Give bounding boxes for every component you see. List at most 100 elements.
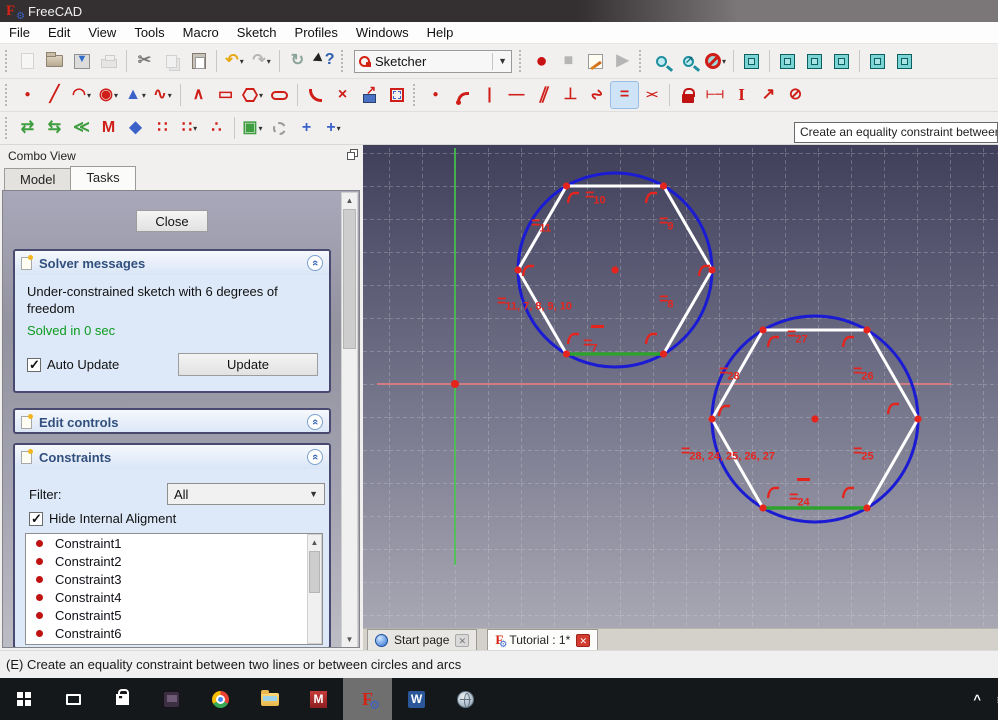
collapse-section-button[interactable]: «: [307, 449, 323, 465]
toolbar-grip[interactable]: [341, 50, 347, 72]
update-button[interactable]: Update: [178, 353, 318, 376]
decrease-knot-multiplicity-button[interactable]: +▾: [320, 115, 347, 141]
close-button[interactable]: Close: [136, 210, 208, 232]
create-polygon-button[interactable]: ▾: [239, 82, 266, 108]
print-button[interactable]: [95, 48, 122, 74]
copy-button[interactable]: [158, 48, 185, 74]
carbon-copy-button[interactable]: [383, 82, 410, 108]
create-arc-button[interactable]: ◠▾: [68, 82, 95, 108]
constraint-label[interactable]: =26: [853, 363, 874, 383]
symmetry-tool-button[interactable]: ◆: [122, 115, 149, 141]
taskbar-microsoft-store[interactable]: [98, 678, 147, 720]
macro-edit-button[interactable]: [582, 48, 609, 74]
menu-windows[interactable]: Windows: [347, 23, 418, 42]
copy-tool-button[interactable]: ∷▾: [176, 115, 203, 141]
constraint-list-item[interactable]: Constraint5: [26, 606, 322, 624]
constraints-header[interactable]: Constraints «: [15, 445, 329, 469]
horizontal-constraint-icon[interactable]: [591, 325, 604, 328]
constraint-label[interactable]: =28, 24, 25, 26, 27: [681, 443, 775, 463]
constrain-horizontal-button[interactable]: —: [503, 82, 530, 108]
macro-record-button[interactable]: ●: [528, 48, 555, 74]
dropdown-arrow-icon[interactable]: ▾: [142, 91, 146, 100]
hide-internal-alignment-checkbox[interactable]: [29, 512, 43, 526]
tab-start-page[interactable]: Start page ✕: [367, 629, 477, 650]
redo-button[interactable]: ↷▾: [248, 48, 275, 74]
constraint-list-item[interactable]: Constraint6: [26, 624, 322, 642]
constraint-label[interactable]: =27: [787, 326, 808, 346]
whats-this-button[interactable]: [311, 48, 338, 74]
dropdown-arrow-icon[interactable]: ▾: [114, 91, 118, 100]
select-conflicting-constraints-button[interactable]: M: [95, 115, 122, 141]
dropdown-arrow-icon[interactable]: ▾: [259, 124, 263, 133]
refresh-button[interactable]: ↻: [284, 48, 311, 74]
create-polyline-button[interactable]: ∧: [185, 82, 212, 108]
collapse-section-button[interactable]: «: [307, 414, 323, 430]
edit-controls-header[interactable]: Edit controls «: [15, 410, 329, 434]
new-file-button[interactable]: [14, 48, 41, 74]
constraint-label[interactable]: =25: [853, 443, 874, 463]
cut-button[interactable]: ✂: [131, 48, 158, 74]
sketch-viewport[interactable]: =10 =11 =9 =11, 7, 8, 9, 10 =8 =7 =27 =2…: [363, 145, 998, 628]
toolbar-grip[interactable]: [5, 117, 11, 139]
macro-stop-button[interactable]: ■: [555, 48, 582, 74]
view-top-button[interactable]: [801, 48, 828, 74]
tab-tutorial[interactable]: F⚙ Tutorial : 1* ✕: [487, 629, 598, 650]
horizontal-constraint-icon[interactable]: [797, 478, 810, 481]
constrain-distance-y-button[interactable]: I: [728, 82, 755, 108]
dropdown-arrow-icon[interactable]: ▾: [259, 91, 263, 100]
constrain-distance-x-button[interactable]: ⊢⊣: [701, 82, 728, 108]
create-rectangle-button[interactable]: ▭: [212, 82, 239, 108]
constraint-label[interactable]: =10: [585, 187, 606, 207]
create-point-button[interactable]: ●: [14, 82, 41, 108]
constrain-equal-button[interactable]: =: [611, 82, 638, 108]
toolbar-grip[interactable]: [639, 50, 645, 72]
view-front-button[interactable]: [774, 48, 801, 74]
select-solver-dofs-button[interactable]: ⇄: [14, 115, 41, 141]
fit-all-button[interactable]: [648, 48, 675, 74]
constraint-label[interactable]: =8: [659, 291, 673, 311]
create-line-button[interactable]: ╱: [41, 82, 68, 108]
taskbar-freecad[interactable]: F⚙: [343, 678, 392, 720]
clone-tool-button[interactable]: ∷: [149, 115, 176, 141]
constraint-list-item[interactable]: Constraint2: [26, 552, 322, 570]
constrain-parallel-button[interactable]: ∥: [530, 82, 557, 108]
macro-play-button[interactable]: ▶: [609, 48, 636, 74]
constraint-list-item[interactable]: Constraint3: [26, 570, 322, 588]
constrain-distance-button[interactable]: ↗: [755, 82, 782, 108]
undo-button[interactable]: ↶▾: [221, 48, 248, 74]
workbench-selector[interactable]: Sketcher ▼: [354, 50, 512, 73]
taskbar-task-view[interactable]: [49, 678, 98, 720]
constraint-label[interactable]: =11: [531, 215, 551, 235]
taskbar-red-m-app[interactable]: M: [294, 678, 343, 720]
constrain-lock-button[interactable]: [674, 82, 701, 108]
menu-help[interactable]: Help: [418, 23, 463, 42]
taskbar-purple-app[interactable]: [147, 678, 196, 720]
scroll-up-arrow[interactable]: ▲: [308, 535, 321, 550]
convert-to-bspline-button[interactable]: ▣▾: [239, 115, 266, 141]
constrain-point-on-object-button[interactable]: [449, 82, 476, 108]
constraint-list-item[interactable]: =Constraint7: [26, 642, 322, 645]
dropdown-arrow-icon[interactable]: ▾: [87, 91, 91, 100]
float-panel-icon[interactable]: [347, 152, 355, 160]
constrain-tangent-button[interactable]: ∿: [584, 82, 611, 108]
dropdown-arrow-icon[interactable]: ▾: [193, 124, 197, 133]
menu-file[interactable]: File: [0, 23, 39, 42]
constrain-symmetric-button[interactable]: ><: [638, 82, 665, 108]
constraint-label[interactable]: =24: [789, 489, 810, 509]
constrain-perpendicular-button[interactable]: ⊥: [557, 82, 584, 108]
approximate-bspline-button[interactable]: [266, 115, 293, 141]
close-tab-icon[interactable]: ✕: [455, 634, 469, 647]
auto-update-checkbox[interactable]: [27, 358, 41, 372]
origin-point[interactable]: [451, 380, 459, 388]
taskbar-file-explorer[interactable]: [245, 678, 294, 720]
collapse-section-button[interactable]: «: [307, 255, 323, 271]
view-rear-button[interactable]: [864, 48, 891, 74]
toolbar-grip[interactable]: [519, 50, 525, 72]
view-bottom-button[interactable]: [891, 48, 918, 74]
scrollbar-thumb[interactable]: [309, 551, 320, 593]
filter-dropdown[interactable]: All ▼: [167, 483, 325, 505]
open-file-button[interactable]: [41, 48, 68, 74]
constrain-coincident-button[interactable]: ●: [422, 82, 449, 108]
toolbar-grip[interactable]: [5, 84, 11, 106]
trim-edge-button[interactable]: ×: [329, 82, 356, 108]
